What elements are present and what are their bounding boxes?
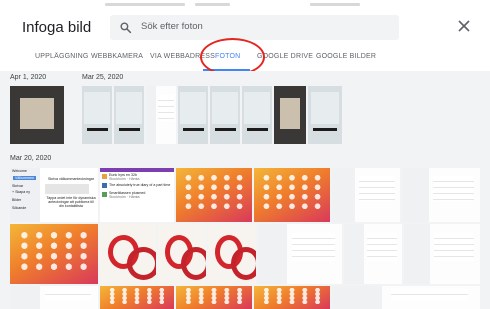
photo-thumbnail[interactable] bbox=[176, 168, 252, 222]
thumb-text: Sökande bbox=[12, 206, 27, 210]
photo-thumbnail[interactable] bbox=[332, 286, 480, 309]
photo-thumbnail[interactable] bbox=[402, 168, 480, 222]
photo-thumbnail[interactable] bbox=[100, 224, 156, 284]
photo-thumbnail[interactable] bbox=[10, 286, 98, 309]
search-input[interactable]: Sök efter foton bbox=[141, 21, 203, 32]
photo-thumbnail[interactable] bbox=[208, 224, 256, 284]
photo-thumbnail[interactable] bbox=[332, 168, 400, 222]
top-strip bbox=[0, 0, 490, 8]
thumb-text: Welcome bbox=[12, 169, 27, 173]
thumb-header-bar bbox=[100, 168, 174, 172]
photo-thumbnail[interactable] bbox=[114, 86, 144, 144]
tab-google-images[interactable]: GOOGLE BILDER bbox=[316, 53, 376, 60]
photo-thumbnail[interactable] bbox=[344, 224, 402, 284]
thumb-text: Bilder bbox=[12, 198, 22, 202]
photo-thumbnail[interactable] bbox=[274, 86, 306, 144]
photo-thumbnail[interactable] bbox=[146, 86, 176, 144]
photo-thumbnail[interactable] bbox=[254, 168, 330, 222]
photo-thumbnail[interactable] bbox=[178, 86, 208, 144]
photo-thumbnail[interactable] bbox=[258, 224, 342, 284]
dialog-title: Infoga bild bbox=[22, 19, 92, 36]
photo-thumbnail[interactable] bbox=[100, 286, 174, 309]
photo-thumbnail[interactable] bbox=[242, 86, 272, 144]
thumb-text: The absolutely true diary of a part time bbox=[109, 183, 171, 187]
close-icon[interactable] bbox=[457, 19, 471, 33]
photo-thumbnail[interactable] bbox=[10, 224, 98, 284]
photo-thumbnail[interactable] bbox=[308, 86, 342, 144]
thumb-text: + Skapa ny bbox=[12, 190, 31, 194]
thumb-text: Stockholm · Hämta bbox=[109, 195, 140, 199]
search-bar[interactable]: Sök efter foton bbox=[110, 15, 399, 40]
thumb-text: Välkommen bbox=[13, 176, 36, 181]
thumb-avatar bbox=[102, 192, 107, 197]
photo-thumbnail[interactable] bbox=[82, 86, 112, 144]
photo-thumbnail[interactable] bbox=[176, 286, 252, 309]
photo-thumbnail[interactable] bbox=[404, 224, 480, 284]
thumb-text: Skriva välkommanteckningar bbox=[48, 177, 94, 181]
photo-thumbnail[interactable]: Eunk hyrs en 32b Stockholm · Hämta The a… bbox=[100, 168, 174, 222]
search-icon bbox=[120, 22, 132, 34]
top-strip-blur bbox=[195, 3, 230, 6]
date-label: Apr 1, 2020 bbox=[10, 74, 47, 81]
date-label: Mar 25, 2020 bbox=[82, 74, 124, 81]
photo-thumbnail[interactable] bbox=[10, 86, 64, 144]
thumb-text: Tappa ordet inte för dynamiska antecknin… bbox=[46, 196, 96, 209]
tab-upload[interactable]: UPPLÄGGNING bbox=[35, 53, 89, 60]
photo-thumbnail[interactable] bbox=[254, 286, 330, 309]
photo-thumbnail[interactable] bbox=[210, 86, 240, 144]
tab-webcam[interactable]: WEBBKAMERA bbox=[91, 53, 143, 60]
photo-thumbnail[interactable] bbox=[158, 224, 206, 284]
top-strip-blur bbox=[105, 3, 185, 6]
thumb-text: Stockholm · Hämta bbox=[109, 177, 140, 181]
thumb-avatar bbox=[102, 183, 107, 188]
thumb-avatar bbox=[102, 174, 107, 179]
tab-google-drive[interactable]: GOOGLE DRIVE bbox=[257, 53, 313, 60]
photo-thumbnail[interactable]: Welcome Välkommen Skrivar + Skapa ny Bil… bbox=[10, 168, 98, 222]
date-label: Mar 20, 2020 bbox=[10, 155, 52, 162]
thumb-text: Skrivar bbox=[12, 184, 24, 188]
top-strip-blur bbox=[310, 3, 360, 6]
